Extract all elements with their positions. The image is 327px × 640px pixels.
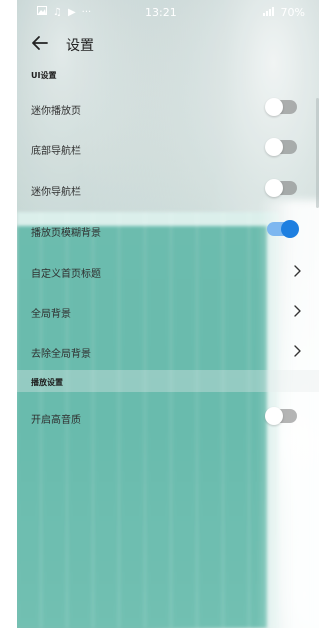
- status-time: 13:21: [145, 6, 177, 19]
- settings-screen: ♫ ▶ ··· 13:21 70% 设置 UI设置 迷你播放页 底部导航栏 迷你…: [17, 0, 319, 628]
- chevron-right-icon: [292, 343, 304, 359]
- section-header-playback: 播放设置: [31, 378, 63, 387]
- status-system-icons: 70%: [262, 6, 305, 19]
- setting-label: 全局背景: [31, 309, 71, 320]
- mini-player-page-toggle[interactable]: [265, 98, 297, 116]
- music-icon: ♫: [53, 6, 62, 18]
- high-quality-audio-toggle[interactable]: [265, 407, 297, 425]
- setting-row-bottom-navbar[interactable]: 底部导航栏: [17, 131, 319, 167]
- setting-row-high-quality-audio[interactable]: 开启高音质: [17, 400, 319, 436]
- chevron-right-icon: [292, 263, 304, 279]
- setting-row-custom-home-title[interactable]: 自定义首页标题: [17, 254, 319, 290]
- setting-row-global-background[interactable]: 全局背景: [17, 294, 319, 330]
- status-bar: ♫ ▶ ··· 13:21 70%: [17, 0, 319, 26]
- setting-label: 播放页模糊背景: [31, 228, 101, 239]
- scrollbar[interactable]: [316, 98, 319, 208]
- app-header: 设置: [17, 32, 319, 60]
- toggle-knob: [281, 220, 299, 238]
- toggle-knob: [265, 179, 283, 197]
- signal-icon: [262, 6, 277, 19]
- more-icon: ···: [81, 6, 92, 18]
- chevron-right-icon: [292, 303, 304, 319]
- setting-label: 底部导航栏: [31, 146, 81, 157]
- play-icon: ▶: [67, 6, 76, 18]
- status-notification-icons: ♫ ▶ ···: [37, 6, 91, 19]
- page-title: 设置: [66, 38, 94, 54]
- setting-row-mini-navbar[interactable]: 迷你导航栏: [17, 172, 319, 208]
- setting-label: 开启高音质: [31, 415, 81, 426]
- image-icon: [37, 6, 47, 19]
- back-arrow-icon[interactable]: [31, 34, 49, 52]
- toggle-knob: [265, 138, 283, 156]
- toggle-knob: [265, 98, 283, 116]
- setting-label: 迷你导航栏: [31, 187, 81, 198]
- battery-level: 70%: [280, 6, 305, 19]
- setting-row-mini-player-page[interactable]: 迷你播放页: [17, 91, 319, 127]
- setting-label: 迷你播放页: [31, 106, 81, 117]
- setting-row-player-blur-background[interactable]: 播放页模糊背景: [17, 213, 319, 249]
- bottom-navbar-toggle[interactable]: [265, 138, 297, 156]
- mini-navbar-toggle[interactable]: [265, 179, 297, 197]
- setting-row-remove-global-background[interactable]: 去除全局背景: [17, 334, 319, 370]
- setting-label: 去除全局背景: [31, 349, 91, 360]
- section-header-ui: UI设置: [31, 71, 57, 80]
- toggle-knob: [265, 407, 283, 425]
- player-blur-background-toggle[interactable]: [267, 220, 299, 238]
- setting-label: 自定义首页标题: [31, 269, 101, 280]
